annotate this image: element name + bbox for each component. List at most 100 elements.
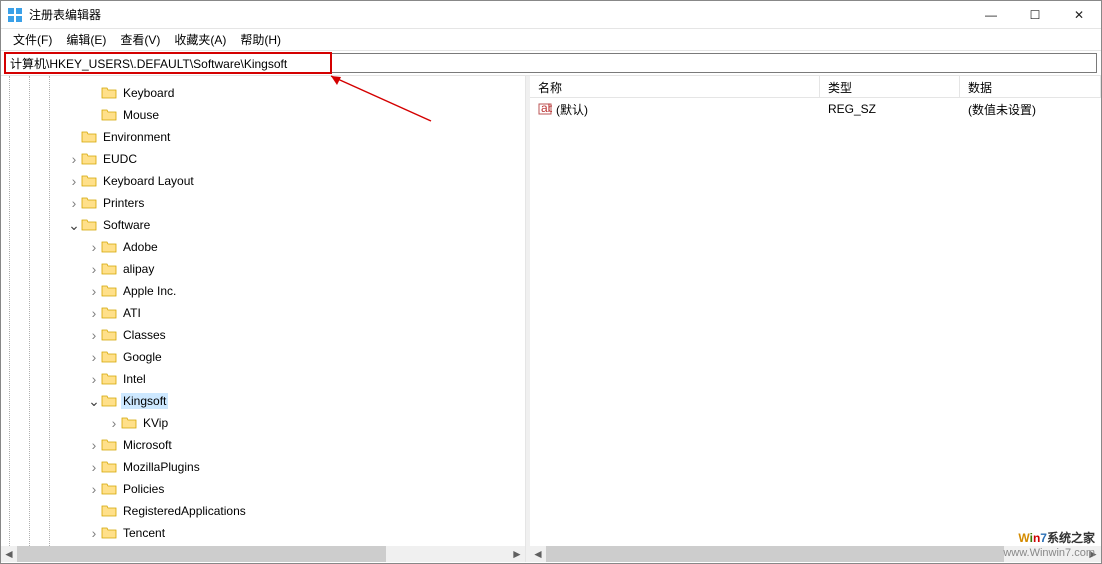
tree-node[interactable]: ›Policies	[5, 478, 525, 500]
tree-node-label: Intel	[121, 371, 148, 387]
chevron-right-icon[interactable]: ›	[87, 306, 101, 320]
chevron-right-icon[interactable]: ›	[67, 174, 81, 188]
folder-icon	[101, 284, 117, 298]
value-name: (默认)	[556, 101, 588, 118]
tree-node[interactable]: RegisteredApplications	[5, 500, 525, 522]
tree-node-label: Google	[121, 349, 164, 365]
folder-icon	[101, 108, 117, 122]
close-button[interactable]: ✕	[1057, 1, 1101, 29]
string-value-icon: ab	[538, 102, 552, 116]
tree-node-label: ATI	[121, 305, 143, 321]
value-type: REG_SZ	[828, 102, 876, 116]
tree-node-label: Software	[101, 217, 152, 233]
tree-node[interactable]: Mouse	[5, 104, 525, 126]
chevron-right-icon[interactable]: ›	[67, 152, 81, 166]
addressbar-container: 计算机\HKEY_USERS\.DEFAULT\Software\Kingsof…	[1, 51, 1101, 76]
tree-node-label: RegisteredApplications	[121, 503, 248, 519]
value-data: (数值未设置)	[968, 101, 1036, 118]
tree-node[interactable]: ›Classes	[5, 324, 525, 346]
menu-help[interactable]: 帮助(H)	[234, 29, 287, 50]
folder-icon	[101, 482, 117, 496]
tree-node[interactable]: ›alipay	[5, 258, 525, 280]
tree-node[interactable]: › KVip	[5, 412, 525, 434]
list-pane[interactable]: 名称 类型 数据 ab (默认) REG_SZ (数值未设置) ◄ ►	[530, 76, 1101, 562]
chevron-right-icon[interactable]: ›	[87, 460, 101, 474]
minimize-button[interactable]: —	[969, 1, 1013, 29]
folder-icon	[101, 394, 117, 408]
expander-none	[87, 504, 101, 518]
folder-icon	[101, 526, 117, 540]
column-header-name[interactable]: 名称	[530, 76, 820, 97]
chevron-right-icon[interactable]: ›	[87, 350, 101, 364]
tree-node-label: KVip	[141, 415, 170, 431]
column-header-type[interactable]: 类型	[820, 76, 960, 97]
tree-node[interactable]: › ATI	[5, 302, 525, 324]
tree-node[interactable]: › Microsoft	[5, 434, 525, 456]
chevron-right-icon[interactable]: ›	[67, 196, 81, 210]
tree-node[interactable]: ›Tencent	[5, 522, 525, 544]
expander-none	[67, 130, 81, 144]
folder-icon	[101, 240, 117, 254]
tree-scrollbar-horizontal[interactable]: ◄ ►	[1, 546, 525, 562]
expander-none	[87, 108, 101, 122]
expander-none	[87, 86, 101, 100]
app-icon	[7, 7, 23, 23]
tree-node[interactable]: ⌄ Kingsoft	[5, 390, 525, 412]
tree-node-label: Microsoft	[121, 437, 174, 453]
chevron-right-icon[interactable]: ›	[87, 482, 101, 496]
chevron-down-icon[interactable]: ⌄	[87, 394, 101, 408]
folder-icon	[101, 328, 117, 342]
list-body: ab (默认) REG_SZ (数值未设置)	[530, 98, 1101, 120]
tree-node-label: Kingsoft	[121, 393, 168, 409]
chevron-right-icon[interactable]: ›	[87, 372, 101, 386]
list-scrollbar-horizontal[interactable]: ◄ ►	[530, 546, 1101, 562]
tree-node-label: EUDC	[101, 151, 139, 167]
folder-icon	[101, 504, 117, 518]
address-input[interactable]: 计算机\HKEY_USERS\.DEFAULT\Software\Kingsof…	[5, 53, 1097, 73]
maximize-button[interactable]: ☐	[1013, 1, 1057, 29]
list-row[interactable]: ab (默认) REG_SZ (数值未设置)	[530, 98, 1101, 120]
list-header: 名称 类型 数据	[530, 76, 1101, 98]
chevron-right-icon[interactable]: ›	[87, 526, 101, 540]
chevron-right-icon[interactable]: ›	[87, 240, 101, 254]
tree-node[interactable]: ⌄ Software	[5, 214, 525, 236]
chevron-right-icon[interactable]: ›	[87, 438, 101, 452]
folder-icon	[101, 86, 117, 100]
address-path: 计算机\HKEY_USERS\.DEFAULT\Software\Kingsof…	[10, 55, 287, 72]
main-split: Keyboard Mouse Environment › EUDC ›Keyboard L…	[1, 76, 1101, 562]
tree-node-label: Apple Inc.	[121, 283, 178, 299]
menu-favorites[interactable]: 收藏夹(A)	[168, 29, 232, 50]
folder-icon	[81, 174, 97, 188]
tree-node-label: Mouse	[121, 107, 161, 123]
tree-node[interactable]: ›MozillaPlugins	[5, 456, 525, 478]
chevron-right-icon[interactable]: ›	[87, 328, 101, 342]
tree-node[interactable]: › Intel	[5, 368, 525, 390]
tree-node[interactable]: ›Printers	[5, 192, 525, 214]
tree-node[interactable]: ›Keyboard Layout	[5, 170, 525, 192]
column-header-data[interactable]: 数据	[960, 76, 1101, 97]
tree-node[interactable]: › Google	[5, 346, 525, 368]
folder-icon	[81, 152, 97, 166]
tree-node-label: Adobe	[121, 239, 160, 255]
chevron-right-icon[interactable]: ›	[87, 284, 101, 298]
scroll-right-icon[interactable]: ►	[1085, 546, 1101, 562]
chevron-down-icon[interactable]: ⌄	[67, 218, 81, 232]
scroll-left-icon[interactable]: ◄	[1, 546, 17, 562]
folder-icon	[121, 416, 137, 430]
tree-node[interactable]: Environment	[5, 126, 525, 148]
chevron-right-icon[interactable]: ›	[87, 262, 101, 276]
tree-node[interactable]: › EUDC	[5, 148, 525, 170]
folder-icon	[101, 460, 117, 474]
tree-node[interactable]: Keyboard	[5, 82, 525, 104]
folder-icon	[81, 196, 97, 210]
menu-file[interactable]: 文件(F)	[7, 29, 58, 50]
folder-icon	[101, 372, 117, 386]
menu-view[interactable]: 查看(V)	[114, 29, 166, 50]
tree-node[interactable]: › Adobe	[5, 236, 525, 258]
menu-edit[interactable]: 编辑(E)	[60, 29, 112, 50]
tree-pane[interactable]: Keyboard Mouse Environment › EUDC ›Keyboard L…	[1, 76, 526, 562]
scroll-left-icon[interactable]: ◄	[530, 546, 546, 562]
scroll-right-icon[interactable]: ►	[509, 546, 525, 562]
tree-node[interactable]: › Apple Inc.	[5, 280, 525, 302]
chevron-right-icon[interactable]: ›	[107, 416, 121, 430]
